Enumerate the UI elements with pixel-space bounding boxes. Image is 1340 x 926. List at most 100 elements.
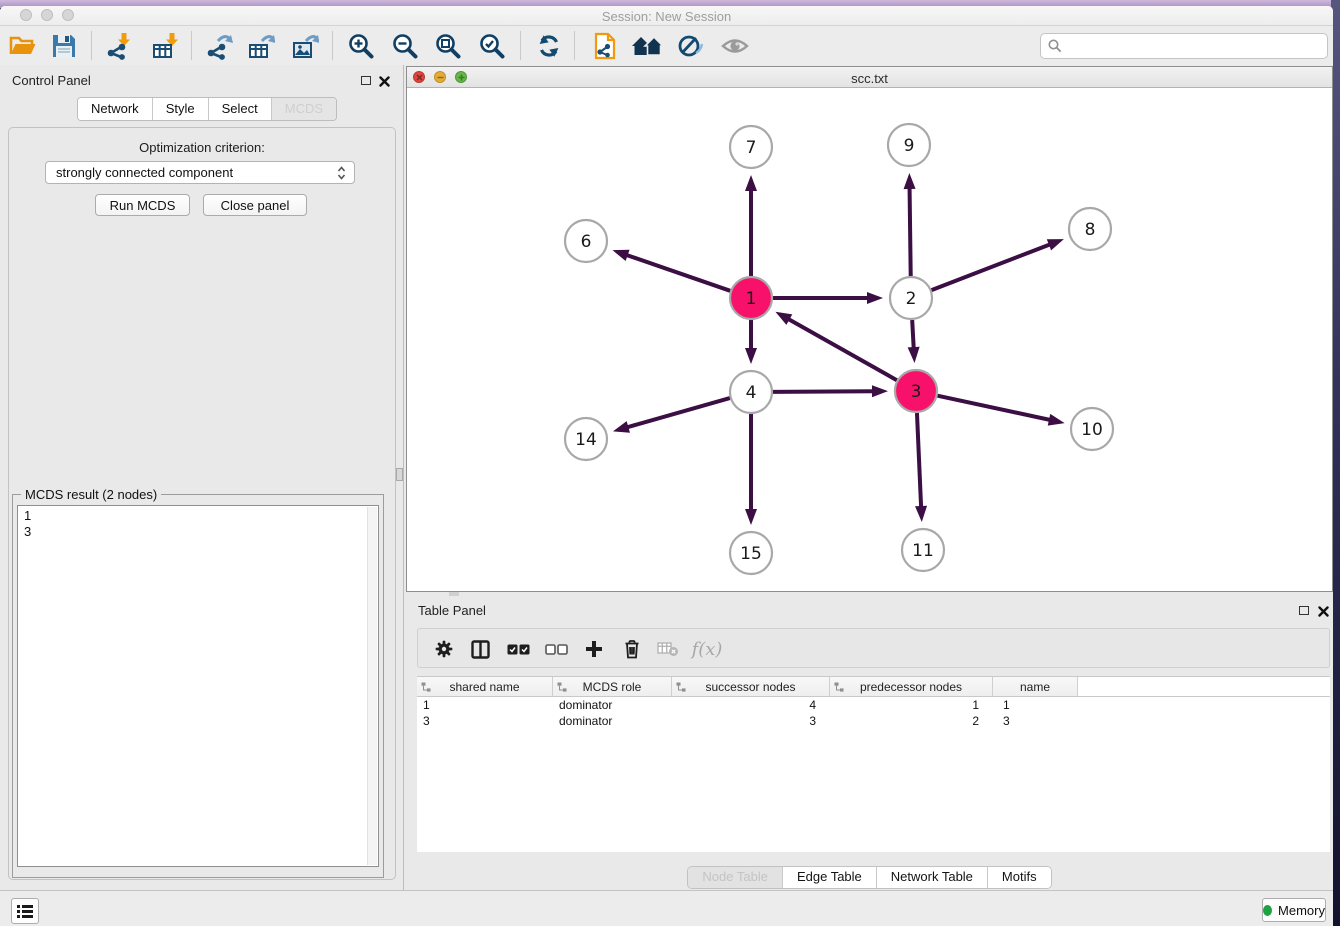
new-network-document-icon[interactable]	[590, 31, 620, 61]
cell-shared-name[interactable]: 1	[417, 697, 553, 713]
export-image-icon[interactable]	[290, 31, 320, 61]
select-all-rows-icon[interactable]	[506, 638, 530, 660]
search-icon	[1048, 39, 1062, 53]
column-label: predecessor nodes	[860, 680, 962, 694]
open-session-icon[interactable]	[8, 31, 38, 61]
mcds-result-textarea[interactable]: 1 3	[17, 505, 379, 867]
column-header-shared-name[interactable]: shared name	[417, 677, 553, 696]
zoom-selected-icon[interactable]	[477, 31, 507, 61]
cell-name[interactable]: 1	[993, 697, 1078, 713]
graph-edge-3-10[interactable]	[938, 396, 1051, 420]
table-empty-area	[417, 727, 1330, 852]
main-toolbar	[0, 26, 1333, 66]
graph-edge-2-3[interactable]	[912, 320, 914, 349]
graph-edge-4-14[interactable]	[626, 398, 729, 427]
control-panel-title: Control Panel	[12, 73, 91, 88]
app-window: Session: New Session	[0, 6, 1333, 926]
graph-edge-3-1[interactable]	[788, 319, 897, 381]
close-panel-button[interactable]: Close panel	[203, 194, 307, 216]
memory-label: Memory	[1278, 903, 1325, 918]
tab-edge-table[interactable]: Edge Table	[783, 867, 877, 888]
cell-predecessor-nodes[interactable]: 1	[830, 697, 993, 713]
network-view-window: scc.txt 1234678910111415	[406, 66, 1333, 592]
zoom-fit-icon[interactable]	[433, 31, 463, 61]
graph-edge-4-3[interactable]	[773, 391, 874, 392]
column-selector-icon[interactable]	[468, 638, 492, 660]
delete-table-icon-disabled	[656, 638, 680, 660]
graph-edge-arrowhead	[904, 173, 916, 189]
column-header-filler	[1078, 677, 1330, 696]
column-header-successor-nodes[interactable]: successor nodes	[672, 677, 830, 696]
column-header-predecessor-nodes[interactable]: predecessor nodes	[830, 677, 993, 696]
graph-edge-arrowhead	[908, 347, 920, 363]
graph-edge-arrowhead	[1048, 414, 1065, 426]
column-header-name[interactable]: name	[993, 677, 1078, 696]
home-views-icon[interactable]	[630, 31, 666, 61]
deselect-all-rows-icon[interactable]	[544, 638, 568, 660]
graph-node-label: 6	[581, 232, 592, 252]
fx-label: f(x)	[692, 639, 723, 660]
graph-edge-3-11[interactable]	[917, 413, 921, 508]
column-header-mcds-role[interactable]: MCDS role	[553, 677, 672, 696]
tab-motifs[interactable]: Motifs	[988, 867, 1051, 888]
cell-mcds-role[interactable]: dominator	[553, 697, 672, 713]
tab-style[interactable]: Style	[153, 98, 209, 120]
graph-edge-arrowhead	[1047, 239, 1064, 250]
graph-edge-2-8[interactable]	[932, 244, 1051, 290]
delete-column-icon[interactable]	[620, 638, 644, 660]
refresh-layout-icon[interactable]	[534, 31, 564, 61]
node-table: shared name MCDS role successor nodes pr…	[417, 676, 1330, 729]
show-graphics-eye-icon	[720, 31, 750, 61]
result-line: 1	[18, 506, 378, 524]
add-column-icon[interactable]	[582, 638, 606, 660]
zoom-out-icon[interactable]	[390, 31, 420, 61]
import-table-icon[interactable]	[150, 31, 180, 61]
result-scrollbar[interactable]	[367, 507, 377, 865]
function-builder-icon-disabled: f(x)	[690, 638, 724, 660]
network-resize-grip[interactable]	[449, 592, 459, 596]
graph-node-label: 1	[746, 289, 757, 309]
graph-edge-arrowhead	[745, 348, 757, 364]
hierarchy-icon	[834, 682, 844, 692]
graph-node-label: 2	[906, 289, 917, 309]
zoom-in-icon[interactable]	[346, 31, 376, 61]
graph-node-label: 9	[904, 136, 915, 156]
style-brush-icon[interactable]	[676, 31, 706, 61]
import-network-icon[interactable]	[104, 31, 134, 61]
network-graph[interactable]: 1234678910111415	[407, 88, 1332, 591]
save-session-icon[interactable]	[49, 31, 79, 61]
tab-select[interactable]: Select	[209, 98, 272, 120]
tab-mcds[interactable]: MCDS	[272, 98, 336, 120]
column-label: successor nodes	[705, 680, 795, 694]
close-table-panel-icon[interactable]	[1318, 604, 1329, 622]
search-input[interactable]	[1062, 36, 1327, 56]
status-bar: Memory	[0, 890, 1333, 926]
export-network-icon[interactable]	[204, 31, 234, 61]
tab-node-table[interactable]: Node Table	[688, 867, 783, 888]
panel-divider[interactable]	[403, 65, 404, 890]
graph-edge-arrowhead	[775, 312, 792, 325]
export-table-icon[interactable]	[246, 31, 276, 61]
tab-network-table[interactable]: Network Table	[877, 867, 988, 888]
criterion-select[interactable]: strongly connected component	[45, 161, 355, 184]
toolbar-separator	[332, 31, 333, 60]
graph-edge-1-6[interactable]	[626, 255, 731, 291]
graph-edge-2-9[interactable]	[910, 187, 911, 276]
float-panel-icon[interactable]	[361, 76, 371, 85]
optimization-criterion-label: Optimization criterion:	[9, 140, 395, 155]
criterion-select-value: strongly connected component	[46, 165, 337, 180]
run-mcds-button[interactable]: Run MCDS	[95, 194, 190, 216]
tab-network[interactable]: Network	[78, 98, 153, 120]
network-canvas[interactable]: 1234678910111415	[407, 88, 1332, 591]
float-table-panel-icon[interactable]	[1299, 606, 1309, 615]
table-options-gear-icon[interactable]	[432, 638, 456, 660]
table-row[interactable]: 1 dominator 4 1 1	[417, 697, 1330, 713]
graph-node-label: 15	[740, 544, 762, 564]
memory-button[interactable]: Memory	[1262, 898, 1326, 922]
task-history-button[interactable]	[11, 898, 39, 924]
graph-node-label: 4	[746, 383, 757, 403]
cell-successor-nodes[interactable]: 4	[672, 697, 830, 713]
close-panel-icon[interactable]	[379, 74, 390, 92]
toolbar-separator	[91, 31, 92, 60]
search-field[interactable]	[1040, 33, 1328, 59]
